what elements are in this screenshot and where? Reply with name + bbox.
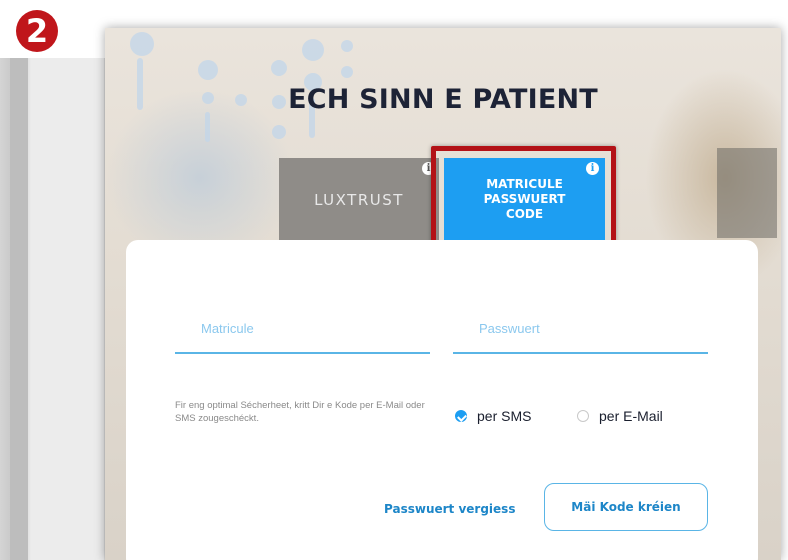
- step-number-badge: 2: [16, 10, 58, 52]
- radio-unchecked-icon[interactable]: [577, 410, 589, 422]
- matricule-input[interactable]: [175, 308, 430, 348]
- radio-per-sms[interactable]: per SMS: [455, 408, 531, 424]
- tab-line-password: PASSWUERT: [483, 192, 566, 206]
- password-input[interactable]: [453, 308, 708, 348]
- info-icon[interactable]: i: [422, 162, 435, 175]
- radio-sms-label: per SMS: [477, 408, 532, 424]
- get-code-button[interactable]: Mäi Kode kréien: [544, 483, 708, 531]
- luxtrust-logo-text: LUXTRUST: [314, 191, 404, 209]
- radio-per-email[interactable]: per E-Mail: [577, 408, 663, 424]
- tab-luxtrust[interactable]: LUXTRUST i: [279, 158, 439, 242]
- left-frame-shadow: [10, 58, 28, 560]
- tab-line-code: CODE: [505, 207, 544, 221]
- tab-matricule-password-code[interactable]: MATRICULE PASSWUERT CODE i: [444, 158, 605, 241]
- login-card: Fir eng optimal Sécherheet, kritt Dir e …: [126, 240, 758, 560]
- tab-line-matricule: MATRICULE: [486, 177, 563, 191]
- info-icon[interactable]: i: [586, 162, 599, 175]
- page-title: ECH SINN E PATIENT: [288, 84, 598, 115]
- matricule-field: [175, 308, 430, 354]
- login-screen: ECH SINN E PATIENT LUXTRUST i MATRICULE …: [105, 28, 781, 560]
- radio-checked-icon[interactable]: [455, 410, 467, 422]
- password-field: [453, 308, 708, 354]
- forgot-password-link[interactable]: Passwuert vergiess: [384, 502, 515, 516]
- decorative-dots-pattern: [130, 32, 353, 142]
- radio-email-label: per E-Mail: [599, 408, 663, 424]
- security-hint-text: Fir eng optimal Sécherheet, kritt Dir e …: [175, 400, 425, 424]
- tab-matricule-label: MATRICULE PASSWUERT CODE: [470, 177, 580, 222]
